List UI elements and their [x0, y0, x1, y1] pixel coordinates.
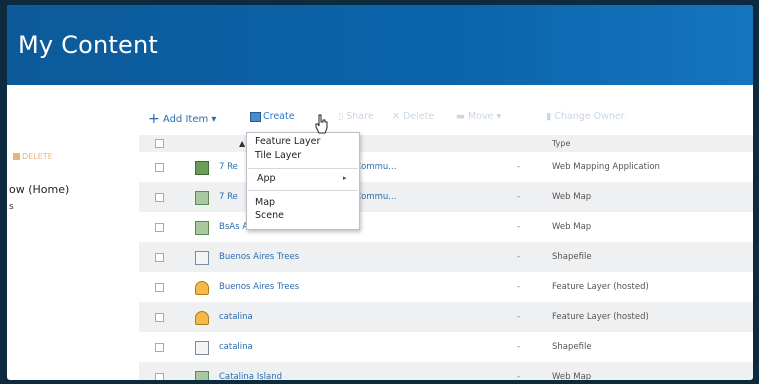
web-map-icon [195, 191, 209, 205]
item-title-link[interactable]: catalina [219, 332, 253, 362]
menu-item-feature-layer[interactable]: Feature Layer [255, 136, 320, 147]
file-icon [195, 341, 209, 355]
menu-item-map[interactable]: Map [255, 197, 275, 208]
table-row[interactable]: BsAs Arboles - Web Map [139, 212, 753, 242]
move-icon: ▬ [456, 111, 468, 122]
feature-layer-icon [195, 311, 209, 325]
submenu-arrow-icon: ▸ [343, 174, 347, 182]
table-row[interactable]: 7 Red by the Mapillary Commu... - Web Ma… [139, 182, 753, 212]
move-button[interactable]: ▬ Move ▾ [456, 111, 501, 122]
sidebar-folder-item[interactable]: s [9, 202, 14, 212]
item-modified: - [517, 372, 521, 380]
share-label: Share [346, 111, 374, 122]
item-modified: - [517, 192, 521, 202]
move-label: Move [468, 111, 494, 122]
web-map-icon [195, 371, 209, 380]
menu-divider [248, 168, 358, 169]
item-modified: - [517, 252, 521, 262]
create-menu: Feature Layer Tile Layer App ▸ Map Scene [246, 132, 360, 230]
hand-cursor-icon [315, 114, 328, 134]
type-column-header[interactable]: Type [552, 135, 570, 152]
create-icon [250, 111, 261, 122]
item-modified: - [517, 282, 521, 292]
delete-icon: ✕ [392, 111, 403, 122]
item-modified: - [517, 222, 521, 232]
select-all-checkbox[interactable] [155, 139, 164, 148]
app-window: My Content DELETE ow (Home) s + Add Item… [7, 5, 753, 380]
create-label: Create [263, 111, 295, 122]
delete-label: Delete [402, 111, 435, 122]
add-item-label: Add Item [162, 114, 209, 125]
menu-divider [248, 190, 358, 191]
item-modified: - [517, 162, 521, 172]
plus-icon: + [148, 111, 160, 127]
row-checkbox[interactable] [155, 283, 164, 292]
item-title-link[interactable]: Buenos Aires Trees [219, 242, 299, 272]
row-checkbox[interactable] [155, 373, 164, 380]
delete-button[interactable]: ✕ Delete [392, 111, 434, 122]
row-checkbox[interactable] [155, 253, 164, 262]
menu-item-tile-layer[interactable]: Tile Layer [255, 150, 301, 161]
feature-layer-icon [195, 281, 209, 295]
chevron-down-icon: ▾ [493, 111, 502, 122]
add-item-button[interactable]: + Add Item ▾ [148, 111, 216, 127]
table-row[interactable]: catalina - Shapefile [139, 332, 753, 362]
change-owner-button[interactable]: ▮ Change Owner [546, 111, 625, 122]
sidebar-delete-label: DELETE [22, 152, 53, 161]
item-type: Shapefile [552, 342, 592, 352]
sidebar: DELETE ow (Home) s [7, 85, 137, 380]
item-type: Feature Layer (hosted) [552, 312, 649, 322]
table-row[interactable]: 7 Red by the Mapillary Commu... - Web Ma… [139, 152, 753, 182]
sidebar-delete-button[interactable]: DELETE [13, 152, 53, 161]
item-type: Web Map [552, 372, 592, 380]
table-row[interactable]: Catalina Island - Web Map [139, 362, 753, 380]
folder-icon [13, 153, 20, 160]
row-checkbox[interactable] [155, 313, 164, 322]
create-button[interactable]: Create [250, 111, 295, 122]
share-button[interactable]: ▯ Share [338, 111, 374, 122]
table-row[interactable]: catalina - Feature Layer (hosted) [139, 302, 753, 332]
row-checkbox[interactable] [155, 163, 164, 172]
row-checkbox[interactable] [155, 193, 164, 202]
item-title-link[interactable]: Buenos Aires Trees [219, 272, 299, 302]
owner-icon: ▮ [546, 111, 555, 122]
item-type: Feature Layer (hosted) [552, 282, 649, 292]
file-icon [195, 251, 209, 265]
sidebar-folder-home[interactable]: ow (Home) [9, 183, 69, 196]
item-modified: - [517, 342, 521, 352]
web-map-icon [195, 221, 209, 235]
item-type: Web Map [552, 192, 592, 202]
table-row[interactable]: Buenos Aires Trees - Shapefile [139, 242, 753, 272]
table-row[interactable]: Buenos Aires Trees - Feature Layer (host… [139, 272, 753, 302]
row-checkbox[interactable] [155, 343, 164, 352]
change-owner-label: Change Owner [554, 111, 625, 122]
item-title: 7 Re [219, 192, 238, 202]
item-type: Shapefile [552, 252, 592, 262]
item-title-link[interactable]: catalina [219, 302, 253, 332]
share-icon: ▯ [338, 111, 347, 122]
web-app-icon [195, 161, 209, 175]
item-type: Web Map [552, 222, 592, 232]
page-banner: My Content [7, 5, 753, 85]
item-type: Web Mapping Application [552, 162, 660, 172]
menu-item-scene[interactable]: Scene [255, 210, 284, 221]
menu-item-app[interactable]: App [257, 173, 276, 184]
page-title: My Content [18, 31, 158, 59]
item-modified: - [517, 312, 521, 322]
item-title: 7 Re [219, 162, 238, 172]
item-title-link[interactable]: Catalina Island [219, 362, 282, 380]
chevron-down-icon: ▾ [211, 114, 217, 125]
table-header: ▲ T Type [139, 135, 753, 152]
row-checkbox[interactable] [155, 223, 164, 232]
